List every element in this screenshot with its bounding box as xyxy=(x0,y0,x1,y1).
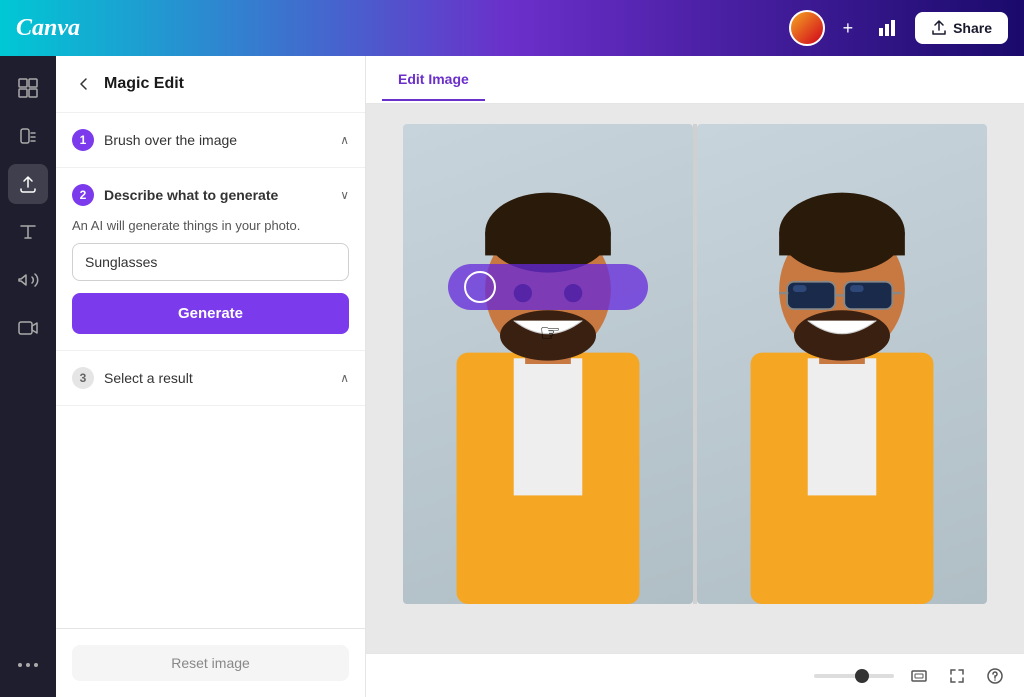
step2-header-left: 2 Describe what to generate xyxy=(72,184,278,206)
step3-section: 3 Select a result ∧ xyxy=(56,351,365,406)
step2-chevron: ∨ xyxy=(340,188,349,202)
main-content: Magic Edit 1 Brush over the image ∧ 2 xyxy=(0,56,1024,697)
person-right xyxy=(697,124,987,604)
sidebar-item-uploads[interactable] xyxy=(8,164,48,204)
zoom-slider[interactable] xyxy=(814,674,894,678)
sidebar-item-video[interactable] xyxy=(8,308,48,348)
fit-screen-button[interactable] xyxy=(906,663,932,689)
step2-body: An AI will generate things in your photo… xyxy=(72,218,349,334)
cursor-hand: ☞ xyxy=(539,319,561,348)
canvas-workspace[interactable]: ☞ xyxy=(366,104,1024,653)
sidebar-item-audio[interactable] xyxy=(8,260,48,300)
brush-overlay xyxy=(448,264,648,310)
zoom-thumb xyxy=(855,669,869,683)
panel-content: 1 Brush over the image ∧ 2 Describe what… xyxy=(56,113,365,628)
tab-edit-image[interactable]: Edit Image xyxy=(382,59,485,101)
avatar[interactable] xyxy=(789,10,825,46)
zoom-control xyxy=(814,674,894,678)
help-button[interactable] xyxy=(982,663,1008,689)
brush-circle xyxy=(464,271,496,303)
person-left xyxy=(403,124,693,604)
step1-header[interactable]: 1 Brush over the image ∧ xyxy=(72,129,349,151)
step3-number: 3 xyxy=(72,367,94,389)
step2-section: 2 Describe what to generate ∨ An AI will… xyxy=(56,168,365,351)
header: Canva + Share xyxy=(0,0,1024,56)
sidebar-item-templates[interactable] xyxy=(8,116,48,156)
step3-header-left: 3 Select a result xyxy=(72,367,193,389)
panel-header: Magic Edit xyxy=(56,56,365,113)
step1-chevron: ∧ xyxy=(340,133,349,147)
step2-number: 2 xyxy=(72,184,94,206)
canvas-footer xyxy=(366,653,1024,697)
back-button[interactable] xyxy=(72,72,96,96)
sidebar-item-elements[interactable] xyxy=(8,68,48,108)
step2-label: Describe what to generate xyxy=(104,187,278,203)
panel-footer: Reset image xyxy=(56,628,365,697)
step3-header[interactable]: 3 Select a result ∧ xyxy=(72,367,349,389)
sidebar-item-more[interactable] xyxy=(8,645,48,685)
step3-chevron: ∧ xyxy=(340,371,349,385)
step1-header-left: 1 Brush over the image xyxy=(72,129,237,151)
generate-input[interactable] xyxy=(72,243,349,281)
step1-label: Brush over the image xyxy=(104,132,237,148)
fullscreen-button[interactable] xyxy=(944,663,970,689)
sidebar-icons xyxy=(0,56,56,697)
generate-button[interactable]: Generate xyxy=(72,293,349,334)
add-button[interactable]: + xyxy=(837,12,860,45)
step2-description: An AI will generate things in your photo… xyxy=(72,218,349,233)
step1-number: 1 xyxy=(72,129,94,151)
reset-button[interactable]: Reset image xyxy=(72,645,349,681)
magic-edit-panel: Magic Edit 1 Brush over the image ∧ 2 xyxy=(56,56,366,697)
analytics-icon-button[interactable] xyxy=(871,12,903,44)
images-container: ☞ xyxy=(403,124,987,633)
share-button[interactable]: Share xyxy=(915,12,1008,44)
image-panel-left: ☞ xyxy=(403,124,693,604)
header-actions: + Share xyxy=(789,10,1008,46)
step1-section: 1 Brush over the image ∧ xyxy=(56,113,365,168)
canvas-tabs: Edit Image xyxy=(366,56,1024,104)
sidebar-item-text[interactable] xyxy=(8,212,48,252)
canva-logo: Canva xyxy=(16,15,80,42)
panel-title: Magic Edit xyxy=(104,75,184,93)
image-panel-right xyxy=(697,124,987,604)
canvas-area: Edit Image xyxy=(366,56,1024,697)
step3-label: Select a result xyxy=(104,370,193,386)
step2-header[interactable]: 2 Describe what to generate ∨ xyxy=(72,184,349,206)
